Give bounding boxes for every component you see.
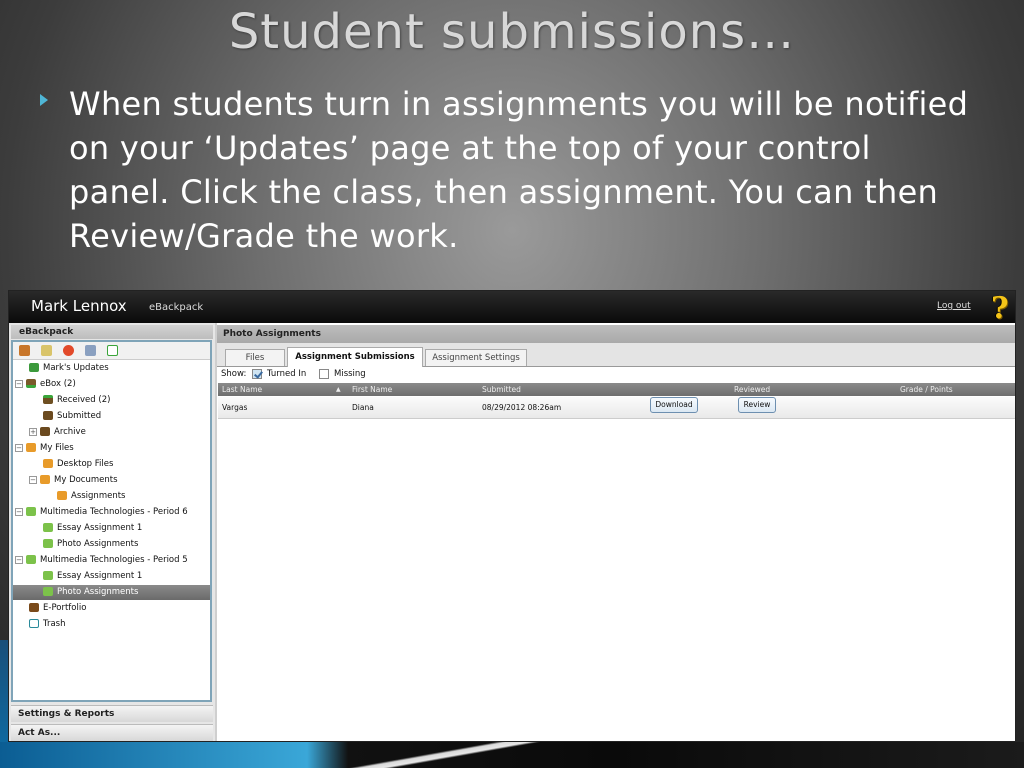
updates-icon — [29, 363, 39, 372]
show-label: Show: — [221, 369, 247, 379]
expand-toggle-icon[interactable]: + — [29, 427, 37, 436]
ebackpack-window: Mark Lennox eBackpack Log out ? eBackpac… — [8, 290, 1016, 742]
sort-ascending-icon[interactable]: ▲ — [336, 383, 341, 396]
main-panel: Photo Assignments Files Assignment Submi… — [217, 323, 1015, 741]
assignment-folder-icon — [43, 587, 53, 596]
tree-item-my-documents[interactable]: − My Documents — [29, 473, 118, 488]
tree-item-trash[interactable]: Trash — [29, 617, 65, 632]
slide-title: Student submissions… — [228, 4, 796, 60]
table-row[interactable]: Vargas Diana 08/29/2012 08:26am Download… — [218, 397, 1015, 419]
cell-last-name: Vargas — [222, 403, 248, 412]
trash-icon — [29, 619, 39, 628]
folder-icon — [40, 475, 50, 484]
edit-icon[interactable] — [41, 345, 52, 356]
grid-header: Last Name ▲ First Name Submitted Reviewe… — [218, 383, 1015, 396]
left-panel-title: eBackpack — [11, 325, 213, 339]
collapse-toggle-icon[interactable]: − — [15, 443, 23, 452]
slide-decoration-stripe — [290, 738, 690, 768]
submitted-folder-icon — [43, 411, 53, 420]
tree-item-my-files[interactable]: − My Files — [15, 441, 74, 456]
column-grade-points[interactable]: Grade / Points — [900, 383, 953, 396]
settings-icon[interactable] — [85, 345, 96, 356]
left-panel: eBackpack Mark's Updates − eBox (2) Recei… — [9, 323, 215, 741]
act-as-section[interactable]: Act As... — [11, 724, 213, 741]
tree-item-p6-photo-assignments[interactable]: Photo Assignments — [43, 537, 138, 552]
tree-item-class-period-6[interactable]: − Multimedia Technologies - Period 6 — [15, 505, 188, 520]
slide-bullet: When students turn in assignments you wi… — [40, 82, 980, 258]
portfolio-icon — [29, 603, 39, 612]
collapse-toggle-icon[interactable]: − — [29, 475, 37, 484]
missing-checkbox[interactable] — [319, 369, 329, 379]
column-submitted[interactable]: Submitted — [482, 383, 521, 396]
tree-item-p5-essay-assignment[interactable]: Essay Assignment 1 — [43, 569, 142, 584]
tree-item-received[interactable]: Received (2) — [43, 393, 110, 408]
show-filter-bar: Show: Turned In Missing — [217, 367, 1015, 382]
archive-folder-icon — [40, 427, 50, 436]
tree-item-e-portfolio[interactable]: E-Portfolio — [29, 601, 86, 616]
turned-in-checkbox[interactable] — [252, 369, 262, 379]
tree-item-marks-updates[interactable]: Mark's Updates — [29, 361, 109, 376]
tree-item-ebox[interactable]: − eBox (2) — [15, 377, 76, 392]
tree-item-assignments[interactable]: Assignments — [57, 489, 125, 504]
download-button[interactable]: Download — [650, 397, 698, 413]
collapse-toggle-icon[interactable]: − — [15, 555, 23, 564]
tabs-bar: Files Assignment Submissions Assignment … — [217, 343, 1015, 367]
missing-label: Missing — [334, 369, 366, 379]
bullet-text: When students turn in assignments you wi… — [69, 85, 969, 255]
assignment-folder-icon — [43, 539, 53, 548]
logout-link[interactable]: Log out — [937, 301, 971, 311]
folder-icon — [43, 459, 53, 468]
assignment-folder-icon — [43, 523, 53, 532]
cell-first-name: Diana — [352, 403, 374, 412]
tree-item-p6-essay-assignment[interactable]: Essay Assignment 1 — [43, 521, 142, 536]
ebox-icon — [26, 379, 36, 388]
delete-icon[interactable] — [107, 345, 118, 356]
collapse-toggle-icon[interactable]: − — [15, 379, 23, 388]
inbox-icon — [43, 395, 53, 404]
column-first-name[interactable]: First Name — [352, 383, 392, 396]
column-last-name[interactable]: Last Name — [222, 383, 262, 396]
help-icon[interactable]: ? — [991, 291, 1009, 326]
app-header: Mark Lennox eBackpack Log out ? — [9, 291, 1015, 326]
folder-icon — [57, 491, 67, 500]
column-reviewed[interactable]: Reviewed — [734, 383, 770, 396]
app-name: eBackpack — [149, 302, 204, 313]
tree-item-desktop-files[interactable]: Desktop Files — [43, 457, 113, 472]
new-folder-icon[interactable] — [19, 345, 30, 356]
share-icon[interactable] — [63, 345, 74, 356]
tree-toolbar — [13, 342, 210, 360]
folder-tree: Mark's Updates − eBox (2) Received (2) Su… — [11, 340, 212, 702]
tab-assignment-settings[interactable]: Assignment Settings — [425, 349, 527, 366]
review-button[interactable]: Review — [738, 397, 776, 413]
class-folder-icon — [26, 555, 36, 564]
tab-files[interactable]: Files — [225, 349, 285, 366]
tree-item-p5-photo-assignments[interactable]: Photo Assignments — [13, 585, 210, 600]
settings-reports-section[interactable]: Settings & Reports — [11, 705, 213, 722]
user-name: Mark Lennox — [31, 297, 127, 315]
cell-submitted: 08/29/2012 08:26am — [482, 403, 562, 412]
tab-assignment-submissions[interactable]: Assignment Submissions — [287, 347, 423, 367]
collapse-toggle-icon[interactable]: − — [15, 507, 23, 516]
turned-in-label: Turned In — [267, 369, 307, 379]
tree-item-class-period-5[interactable]: − Multimedia Technologies - Period 5 — [15, 553, 188, 568]
folder-icon — [26, 443, 36, 452]
bullet-arrow-icon — [40, 94, 48, 106]
tree-item-archive[interactable]: + Archive — [29, 425, 86, 440]
tree-item-submitted[interactable]: Submitted — [43, 409, 101, 424]
assignment-folder-icon — [43, 571, 53, 580]
main-title: Photo Assignments — [217, 325, 1015, 343]
class-folder-icon — [26, 507, 36, 516]
